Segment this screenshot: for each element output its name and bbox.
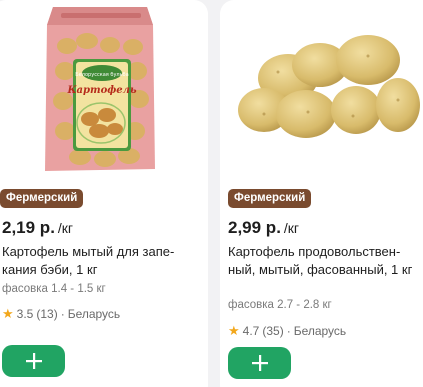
- product-pack-weight: фасовка 1.4 - 1.5 кг: [2, 283, 106, 295]
- rating-value: 4.7: [242, 324, 260, 338]
- product-card[interactable]: Фермерский 2,99 р./кг Картофель продовол…: [220, 0, 423, 387]
- rating-value: 3.5: [16, 307, 34, 321]
- add-to-cart-button[interactable]: [228, 347, 291, 379]
- price-unit: /кг: [283, 220, 300, 236]
- product-pack-weight: фасовка 2.7 - 2.8 кг: [228, 299, 332, 311]
- plus-icon: [25, 353, 42, 369]
- farmer-badge: Фермерский: [0, 189, 84, 208]
- potato-bag-image: Белорусская бульба Картофель: [45, 7, 155, 171]
- potatoes-image: [238, 35, 420, 138]
- product-image-potato-bag[interactable]: Белорусская бульба Картофель: [0, 0, 208, 180]
- plus-icon: [251, 355, 268, 371]
- product-origin: Беларусь: [293, 324, 347, 338]
- farmer-badge: Фермерский: [228, 189, 312, 208]
- product-title[interactable]: Картофель продовольствен-ный, мытый, фас…: [228, 243, 423, 279]
- bag-label-text: Картофель: [66, 85, 137, 96]
- product-card[interactable]: Белорусская бульба Картофель Фермерский …: [0, 0, 208, 387]
- reviews-count: (13): [36, 307, 58, 321]
- separator-dot: ·: [286, 324, 291, 338]
- product-rating: ★ 3.5 (13) · Беларусь: [2, 306, 120, 322]
- star-icon: ★: [2, 306, 14, 321]
- product-title[interactable]: Картофель мытый для запе-кания бэби, 1 к…: [2, 243, 200, 279]
- add-to-cart-button[interactable]: [2, 345, 65, 377]
- product-rating: ★ 4.7 (35) · Беларусь: [228, 323, 346, 339]
- price-value: 2,99 р.: [228, 218, 281, 237]
- star-icon: ★: [228, 323, 240, 338]
- product-price: 2,99 р./кг: [228, 218, 299, 238]
- product-origin: Беларусь: [67, 307, 121, 321]
- reviews-count: (35): [262, 324, 284, 338]
- price-unit: /кг: [57, 220, 74, 236]
- price-value: 2,19 р.: [2, 218, 55, 237]
- product-price: 2,19 р./кг: [2, 218, 73, 238]
- bag-brand-text: Белорусская бульба: [75, 72, 128, 78]
- separator-dot: ·: [60, 307, 65, 321]
- product-image-potatoes[interactable]: [220, 0, 423, 180]
